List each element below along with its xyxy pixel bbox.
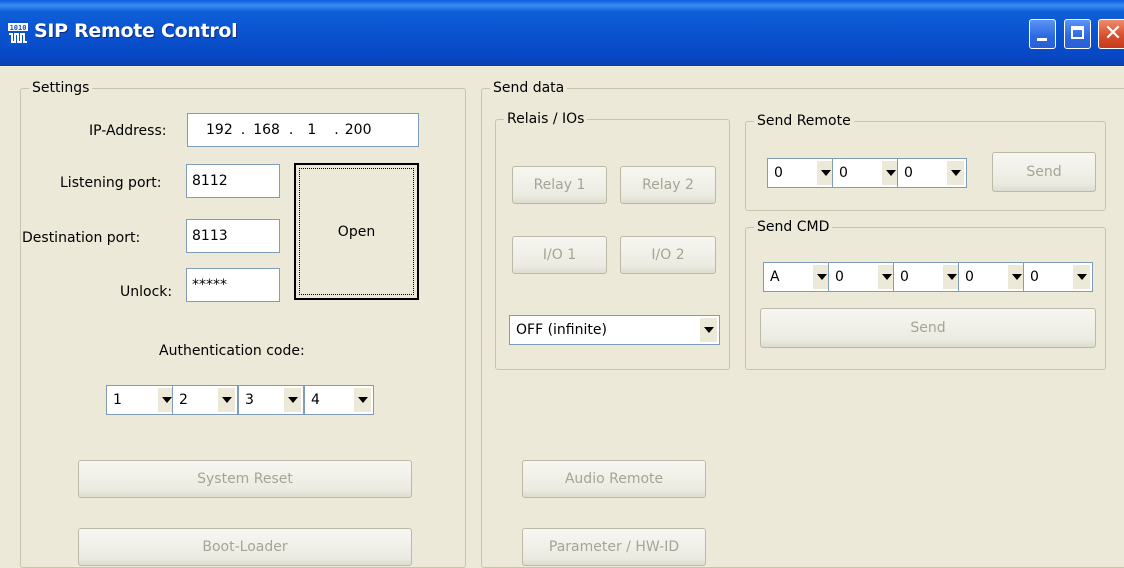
chevron-down-icon[interactable] bbox=[353, 388, 371, 412]
minimize-icon bbox=[1037, 38, 1047, 41]
send-remote-button[interactable]: Send bbox=[992, 152, 1096, 192]
unlock-field[interactable]: ***** bbox=[186, 268, 280, 302]
minimize-button[interactable] bbox=[1029, 19, 1056, 49]
chevron-down-icon[interactable] bbox=[699, 318, 717, 342]
close-button[interactable]: ✕ bbox=[1098, 19, 1124, 49]
unlock-label: Unlock: bbox=[120, 284, 173, 300]
chevron-down-icon[interactable] bbox=[217, 388, 235, 412]
auth-code-1-select[interactable]: 1 bbox=[106, 385, 178, 415]
relay-1-button[interactable]: Relay 1 bbox=[512, 166, 607, 204]
destination-port-label: Destination port: bbox=[22, 230, 141, 246]
relay-2-button[interactable]: Relay 2 bbox=[620, 166, 716, 204]
cmd-value-2-select[interactable]: 0 bbox=[828, 262, 898, 292]
cmd-value-5-select[interactable]: 0 bbox=[1023, 262, 1093, 292]
window-title: SIP Remote Control bbox=[34, 20, 238, 42]
cmd-value-4-select[interactable]: 0 bbox=[958, 262, 1028, 292]
open-button-label: Open bbox=[337, 223, 376, 240]
close-icon: ✕ bbox=[1103, 21, 1123, 46]
auth-code-2-select[interactable]: 2 bbox=[172, 385, 238, 415]
listening-port-field[interactable]: 8112 bbox=[186, 164, 280, 198]
settings-group-label: Settings bbox=[29, 79, 93, 97]
send-cmd-group: Send CMD bbox=[745, 218, 1106, 370]
audio-remote-button[interactable]: Audio Remote bbox=[522, 460, 706, 498]
sip-app-icon: 1010 bbox=[7, 21, 29, 45]
io-2-button[interactable]: I/O 2 bbox=[620, 236, 716, 274]
ip-octet-4[interactable]: 200 bbox=[345, 121, 372, 139]
system-reset-button[interactable]: System Reset bbox=[78, 460, 412, 498]
title-bar[interactable]: 1010 SIP Remote Control ✕ bbox=[0, 0, 1124, 66]
destination-port-field[interactable]: 8113 bbox=[186, 219, 280, 253]
send-data-group-label: Send data bbox=[490, 79, 568, 97]
io-1-button[interactable]: I/O 1 bbox=[512, 236, 607, 274]
ip-octet-2[interactable]: 168 bbox=[253, 121, 280, 139]
maximize-icon bbox=[1071, 26, 1084, 39]
ip-address-field[interactable]: 192. 168. 1. 200 bbox=[187, 113, 419, 147]
open-button[interactable]: Open bbox=[294, 163, 419, 300]
chevron-down-icon[interactable] bbox=[1072, 265, 1090, 289]
listening-port-label: Listening port: bbox=[60, 175, 162, 191]
send-remote-group-label: Send Remote bbox=[754, 112, 854, 130]
parameter-hw-id-button[interactable]: Parameter / HW-ID bbox=[522, 528, 706, 566]
remote-value-1-select[interactable]: 0 bbox=[767, 158, 837, 188]
auth-code-4-select[interactable]: 4 bbox=[304, 385, 374, 415]
cmd-value-3-select[interactable]: 0 bbox=[893, 262, 963, 292]
cmd-value-1-select[interactable]: A bbox=[763, 262, 833, 292]
chevron-down-icon[interactable] bbox=[946, 161, 964, 185]
ip-address-label: IP-Address: bbox=[89, 123, 167, 139]
svg-text:1010: 1010 bbox=[10, 24, 27, 32]
relais-ios-group-label: Relais / IOs bbox=[504, 110, 588, 128]
auth-code-3-select[interactable]: 3 bbox=[238, 385, 304, 415]
ip-octet-1[interactable]: 192 bbox=[206, 121, 233, 139]
remote-value-3-select[interactable]: 0 bbox=[897, 158, 967, 188]
authentication-code-label: Authentication code: bbox=[159, 343, 305, 359]
remote-value-2-select[interactable]: 0 bbox=[832, 158, 902, 188]
ip-octet-3[interactable]: 1 bbox=[307, 121, 316, 139]
maximize-button[interactable] bbox=[1064, 19, 1091, 49]
send-cmd-group-label: Send CMD bbox=[754, 218, 833, 236]
send-cmd-button[interactable]: Send bbox=[760, 308, 1096, 348]
duration-select[interactable]: OFF (infinite) bbox=[509, 315, 720, 345]
chevron-down-icon[interactable] bbox=[283, 388, 301, 412]
boot-loader-button[interactable]: Boot-Loader bbox=[78, 528, 412, 566]
